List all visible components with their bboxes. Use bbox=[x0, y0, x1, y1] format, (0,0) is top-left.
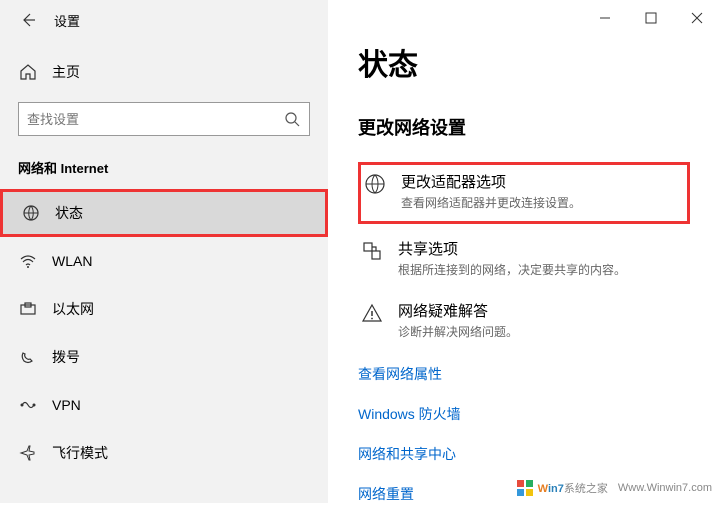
option-sharing[interactable]: 共享选项 根据所连接到的网络，决定要共享的内容。 bbox=[358, 230, 690, 292]
option-title: 共享选项 bbox=[398, 238, 626, 259]
option-desc: 查看网络适配器并更改连接设置。 bbox=[401, 194, 581, 211]
sidebar-home-label: 主页 bbox=[52, 62, 80, 82]
status-icon bbox=[21, 204, 41, 222]
wifi-icon bbox=[18, 252, 38, 270]
sidebar-item-label: VPN bbox=[52, 397, 81, 413]
vpn-icon bbox=[18, 396, 38, 414]
window-close-button[interactable] bbox=[674, 0, 720, 36]
sidebar-item-label: 飞行模式 bbox=[52, 443, 108, 463]
sidebar-item-label: WLAN bbox=[52, 253, 92, 269]
link-sharing-center[interactable]: 网络和共享中心 bbox=[358, 434, 690, 474]
sidebar-item-wlan[interactable]: WLAN bbox=[0, 237, 328, 285]
sidebar-item-label: 状态 bbox=[55, 203, 83, 223]
window-minimize-button[interactable] bbox=[582, 0, 628, 36]
sidebar-item-ethernet[interactable]: 以太网 bbox=[0, 285, 328, 333]
sidebar-home[interactable]: 主页 bbox=[0, 48, 328, 96]
option-troubleshoot[interactable]: 网络疑难解答 诊断并解决网络问题。 bbox=[358, 292, 690, 354]
option-desc: 根据所连接到的网络，决定要共享的内容。 bbox=[398, 261, 626, 278]
subheading: 更改网络设置 bbox=[358, 114, 690, 140]
window-maximize-button[interactable] bbox=[628, 0, 674, 36]
sidebar-item-label: 以太网 bbox=[52, 299, 94, 319]
sidebar-item-vpn[interactable]: VPN bbox=[0, 381, 328, 429]
link-network-properties[interactable]: 查看网络属性 bbox=[358, 354, 690, 394]
back-icon[interactable] bbox=[18, 10, 38, 30]
search-box[interactable] bbox=[18, 102, 310, 136]
home-icon bbox=[18, 63, 38, 81]
window-title: 设置 bbox=[54, 11, 80, 30]
option-adapter[interactable]: 更改适配器选项 查看网络适配器并更改连接设置。 bbox=[358, 162, 690, 224]
airplane-icon bbox=[18, 444, 38, 462]
windows-logo-icon bbox=[516, 479, 534, 497]
search-input[interactable] bbox=[27, 112, 283, 127]
search-icon[interactable] bbox=[283, 110, 301, 128]
dialup-icon bbox=[18, 348, 38, 366]
option-title: 网络疑难解答 bbox=[398, 300, 518, 321]
globe-icon bbox=[361, 171, 389, 211]
warning-icon bbox=[358, 300, 386, 340]
option-title: 更改适配器选项 bbox=[401, 171, 581, 192]
link-firewall[interactable]: Windows 防火墙 bbox=[358, 394, 690, 434]
page-title: 状态 bbox=[358, 40, 690, 84]
sidebar-section-label: 网络和 Internet bbox=[0, 154, 328, 189]
sidebar-item-label: 拨号 bbox=[52, 347, 80, 367]
sidebar-item-airplane[interactable]: 飞行模式 bbox=[0, 429, 328, 477]
share-icon bbox=[358, 238, 386, 278]
sidebar-item-dialup[interactable]: 拨号 bbox=[0, 333, 328, 381]
ethernet-icon bbox=[18, 300, 38, 318]
option-desc: 诊断并解决网络问题。 bbox=[398, 323, 518, 340]
watermark: Win7Win7系统之家系统之家 Www.Winwin7.com bbox=[516, 479, 712, 497]
sidebar-item-status[interactable]: 状态 bbox=[0, 189, 328, 237]
